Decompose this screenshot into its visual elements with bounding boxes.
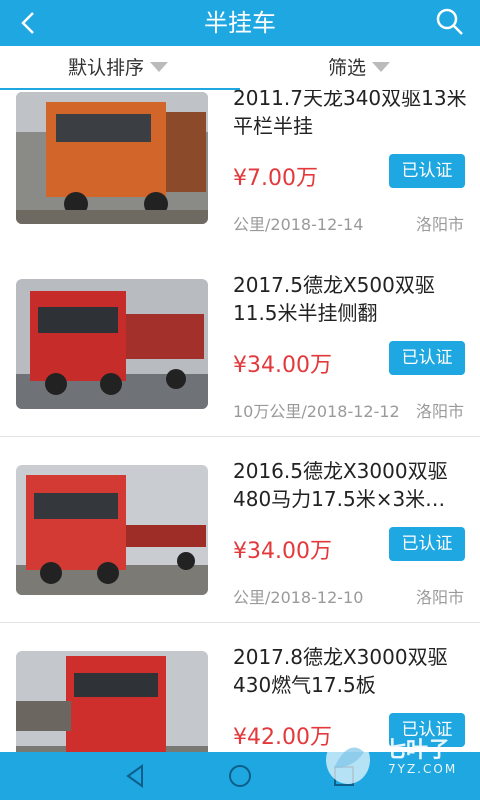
top-bar: 半挂车 bbox=[0, 0, 480, 46]
list-item[interactable]: 2011.7天龙340双驱13米平栏半挂 ¥7.00万 已认证 公里/2018-… bbox=[0, 90, 480, 276]
listing-meta: 10万公里/2018-12-12 bbox=[233, 402, 400, 421]
listing-title[interactable]: 2011.7天龙340双驱13米平栏半挂 bbox=[233, 90, 469, 140]
listing-title[interactable]: 2017.8德龙X3000双驱430燃气17.5板 bbox=[233, 643, 469, 699]
dropdown-triangle-icon bbox=[150, 62, 169, 72]
filter-label: 筛选 bbox=[328, 57, 367, 79]
listing-title[interactable]: 2016.5德龙X3000双驱480马力17.5米×3米… bbox=[233, 457, 469, 513]
listing-meta: 公里/2018-12-14 bbox=[233, 215, 364, 234]
dropdown-triangle-icon bbox=[372, 62, 391, 72]
certified-badge: 已认证 bbox=[389, 527, 465, 561]
listing-city: 洛阳市 bbox=[415, 588, 464, 607]
certified-badge: 已认证 bbox=[389, 154, 465, 188]
back-arrow-icon[interactable] bbox=[14, 8, 44, 38]
list-item[interactable]: 2016.5德龙X3000双驱480马力17.5米×3米… ¥34.00万 已认… bbox=[0, 437, 480, 623]
listing-city: 洛阳市 bbox=[415, 215, 464, 234]
watermark-domain: 7YZ.COM bbox=[388, 762, 458, 776]
list-item[interactable]: 2017.5德龙X500双驱11.5米半挂侧翻 ¥34.00万 已认证 10万公… bbox=[0, 251, 480, 437]
listing-city: 洛阳市 bbox=[415, 402, 464, 421]
truck-photo[interactable] bbox=[16, 651, 208, 752]
listing-title[interactable]: 2017.5德龙X500双驱11.5米半挂侧翻 bbox=[233, 271, 469, 327]
certified-badge: 已认证 bbox=[389, 341, 465, 375]
sort-dropdown[interactable]: 默认排序 bbox=[68, 46, 169, 90]
back-triangle-icon[interactable] bbox=[122, 762, 150, 790]
truck-photo[interactable] bbox=[16, 465, 208, 595]
search-icon[interactable] bbox=[434, 6, 466, 38]
leaf-logo-icon bbox=[326, 736, 370, 784]
home-circle-icon[interactable] bbox=[226, 762, 254, 790]
listing-meta: 公里/2018-12-10 bbox=[233, 588, 364, 607]
watermark-brand: 七叶子 bbox=[384, 738, 451, 763]
truck-photo[interactable] bbox=[16, 92, 208, 224]
filter-dropdown[interactable]: 筛选 bbox=[328, 46, 391, 90]
listing-price: ¥34.00万 bbox=[233, 539, 332, 564]
listing-price: ¥7.00万 bbox=[233, 166, 318, 191]
listing-list[interactable]: 2011.7天龙340双驱13米平栏半挂 ¥7.00万 已认证 公里/2018-… bbox=[0, 90, 480, 752]
page-title: 半挂车 bbox=[204, 9, 276, 37]
listing-price: ¥34.00万 bbox=[233, 353, 332, 378]
sort-label: 默认排序 bbox=[68, 57, 145, 79]
filter-bar: 默认排序 筛选 bbox=[0, 46, 480, 91]
truck-photo[interactable] bbox=[16, 279, 208, 409]
watermark-logo: 七叶子 7YZ.COM bbox=[314, 728, 464, 788]
